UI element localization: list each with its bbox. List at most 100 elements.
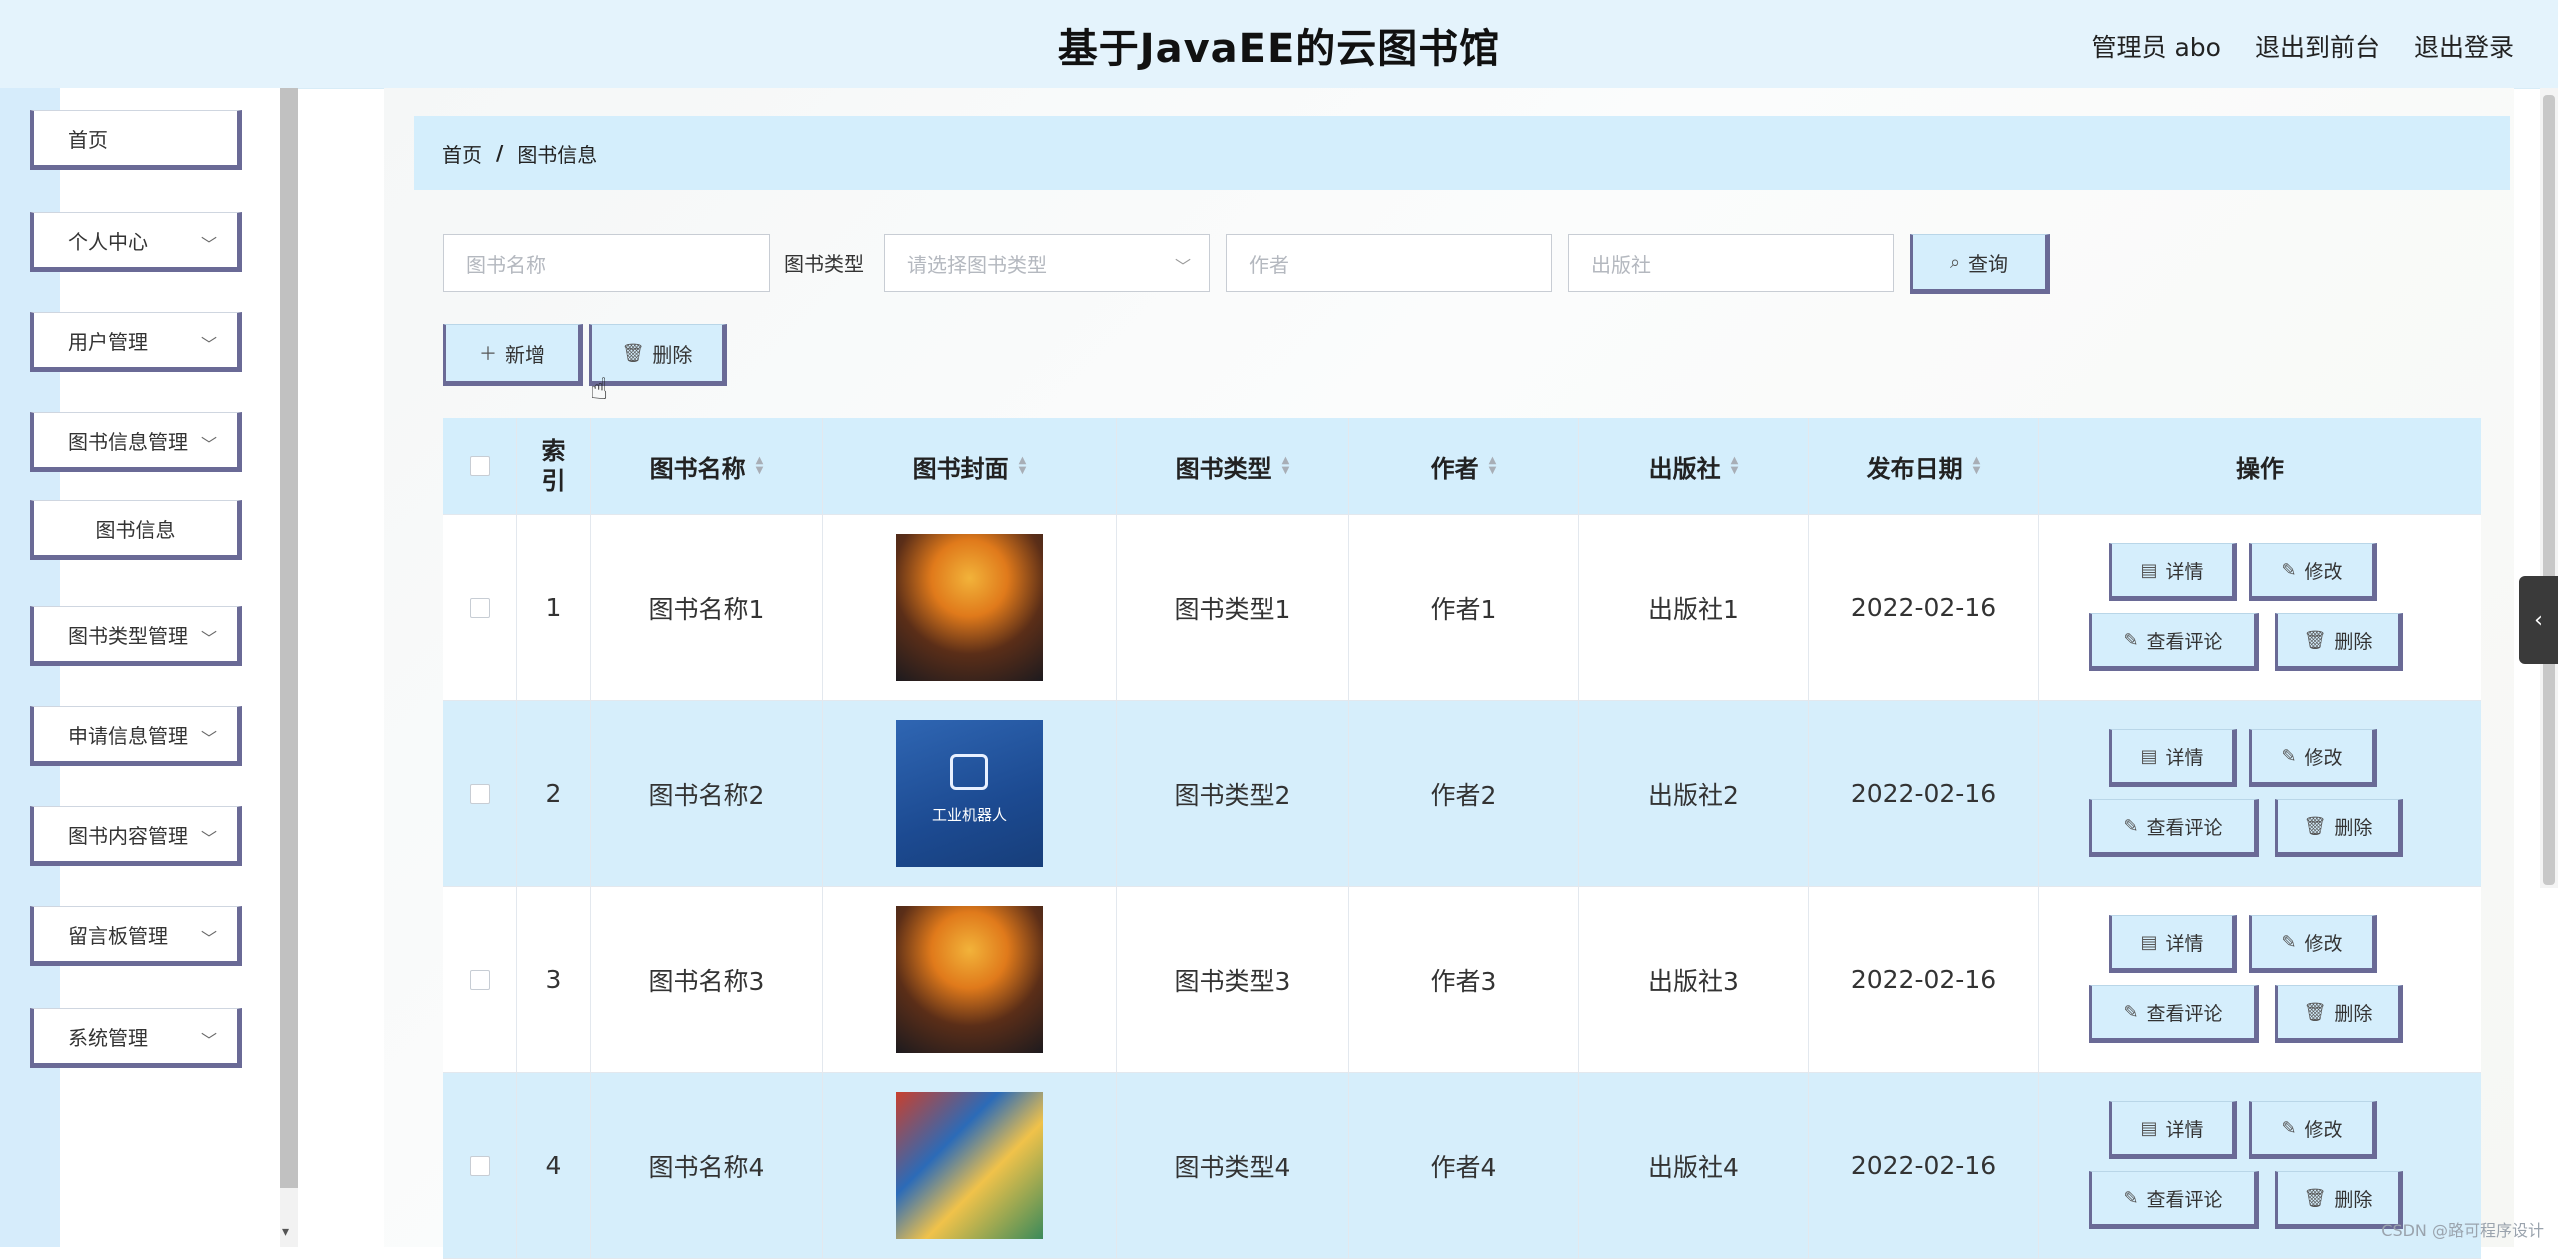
row-index: 2	[517, 701, 591, 886]
edit-button[interactable]: ✎ 修改	[2249, 729, 2377, 787]
sort-icon[interactable]: ▲ ▼	[1019, 456, 1027, 476]
detail-button[interactable]: ▤ 详情	[2109, 543, 2237, 601]
chevron-down-icon: ﹀	[200, 235, 217, 254]
publisher-placeholder: 出版社	[1591, 252, 1651, 277]
sidebar-item-book-type-mgmt[interactable]: 图书类型管理 ﹀	[30, 606, 242, 666]
select-all-checkbox[interactable]	[469, 456, 490, 476]
back-to-front-link[interactable]: 退出到前台	[2255, 28, 2380, 64]
detail-button[interactable]: ▤ 详情	[2109, 729, 2237, 787]
sidebar-item-system[interactable]: 系统管理 ﹀	[30, 1008, 242, 1068]
sidebar-item-application-mgmt[interactable]: 申请信息管理 ﹀	[30, 706, 242, 766]
header-book-type[interactable]: 图书类型 ▲ ▼	[1117, 418, 1349, 514]
logout-link[interactable]: 退出登录	[2414, 28, 2514, 64]
breadcrumb: 首页 / 图书信息	[414, 116, 2510, 190]
header-publisher-label: 出版社	[1648, 454, 1721, 483]
chevron-down-icon: ﹀	[200, 729, 217, 748]
row-publisher: 出版社1	[1579, 515, 1809, 700]
sidebar-item-book-info-mgmt[interactable]: 图书信息管理 ﹀	[30, 412, 242, 472]
cover-title: 工业机器人	[931, 806, 1007, 824]
publisher-input[interactable]: 出版社	[1568, 234, 1894, 292]
row-checkbox[interactable]	[469, 1155, 490, 1176]
row-book-type: 图书类型4	[1117, 1073, 1349, 1258]
sort-icon[interactable]: ▲ ▼	[1731, 456, 1739, 476]
sidebar-item-book-info[interactable]: 图书信息	[30, 500, 242, 560]
bulk-delete-button[interactable]: 🗑 删除	[589, 324, 727, 386]
user-label[interactable]: 管理员 abo	[2092, 28, 2221, 64]
view-comments-button[interactable]: ✎ 查看评论	[2089, 1171, 2259, 1229]
view-comments-button-label: 查看评论	[2146, 630, 2223, 653]
chevron-down-icon: ﹀	[200, 929, 217, 948]
scroll-down-icon[interactable]: ▾	[282, 1224, 289, 1240]
sidebar-item-content-mgmt[interactable]: 图书内容管理 ﹀	[30, 806, 242, 866]
book-type-select[interactable]: 请选择图书类型 ﹀	[884, 234, 1210, 292]
book-cover-image[interactable]	[896, 534, 1043, 681]
sidebar-item-home[interactable]: 首页	[30, 110, 242, 170]
row-book-name: 图书名称1	[591, 515, 823, 700]
trash-icon: 🗑	[621, 342, 645, 364]
header-index-line2: 引	[541, 467, 566, 495]
delete-button[interactable]: 🗑 删除	[2275, 985, 2403, 1043]
view-comments-button[interactable]: ✎ 查看评论	[2089, 799, 2259, 857]
chevron-down-icon: ﹀	[200, 829, 217, 848]
delete-button[interactable]: 🗑 删除	[2275, 799, 2403, 857]
sidebar-scrollbar[interactable]	[280, 88, 298, 1188]
header-cover[interactable]: 图书封面 ▲ ▼	[823, 418, 1117, 514]
view-comments-button[interactable]: ✎ 查看评论	[2089, 613, 2259, 671]
chevron-down-icon: ﹀	[200, 629, 217, 648]
sidebar-item-profile[interactable]: 个人中心 ﹀	[30, 212, 242, 272]
add-button[interactable]: ＋ 新增	[443, 324, 583, 386]
row-checkbox[interactable]	[469, 597, 490, 618]
header-index: 索 引	[517, 418, 591, 514]
book-type-label: 图书类型	[784, 252, 864, 276]
delete-button[interactable]: 🗑 删除	[2275, 613, 2403, 671]
header-author[interactable]: 作者 ▲ ▼	[1349, 418, 1579, 514]
book-cover-image[interactable]: 工业机器人	[896, 720, 1043, 867]
view-comments-button[interactable]: ✎ 查看评论	[2089, 985, 2259, 1043]
edit-button[interactable]: ✎ 修改	[2249, 915, 2377, 973]
row-book-type: 图书类型3	[1117, 887, 1349, 1072]
book-name-input[interactable]: 图书名称	[443, 234, 770, 292]
select-all-cell	[443, 418, 517, 514]
view-comments-button-label: 查看评论	[2146, 816, 2223, 839]
delete-button-label: 删除	[2334, 630, 2373, 653]
row-cover-cell: 工业机器人	[823, 701, 1117, 886]
sort-icon[interactable]: ▲ ▼	[1973, 456, 1981, 476]
row-index: 4	[517, 1073, 591, 1258]
header-publisher[interactable]: 出版社 ▲ ▼	[1579, 418, 1809, 514]
detail-button[interactable]: ▤ 详情	[2109, 1101, 2237, 1159]
row-cover-cell	[823, 887, 1117, 1072]
book-cover-image[interactable]	[896, 906, 1043, 1053]
edit-button[interactable]: ✎ 修改	[2249, 1101, 2377, 1159]
table-row: 2 图书名称2 工业机器人 图书类型2 作者2 出版社2 2022-02-16 …	[443, 701, 2481, 887]
table-row: 1 图书名称1 图书类型1 作者1 出版社1 2022-02-16 ▤ 详情 ✎ 修…	[443, 515, 2481, 701]
row-book-name: 图书名称4	[591, 1073, 823, 1258]
row-checkbox[interactable]	[469, 783, 490, 804]
main-scrollbar-thumb[interactable]	[2543, 95, 2555, 885]
chevron-down-icon: ﹀	[200, 435, 217, 454]
detail-button[interactable]: ▤ 详情	[2109, 915, 2237, 973]
view-comments-button-label: 查看评论	[2146, 1002, 2223, 1025]
sidebar-item-users[interactable]: 用户管理 ﹀	[30, 312, 242, 372]
pencil-icon: ✎	[2123, 629, 2139, 651]
sort-icon[interactable]: ▲ ▼	[1489, 456, 1497, 476]
book-cover-image[interactable]	[896, 1092, 1043, 1239]
sidebar-item-label: 申请信息管理	[68, 723, 188, 748]
header-date[interactable]: 发布日期 ▲ ▼	[1809, 418, 2039, 514]
header-book-name[interactable]: 图书名称 ▲ ▼	[591, 418, 823, 514]
row-ops: ▤ 详情 ✎ 修改 ✎ 查看评论 🗑 删除	[2039, 701, 2481, 886]
sort-icon[interactable]: ▲ ▼	[1282, 456, 1290, 476]
row-checkbox[interactable]	[469, 969, 490, 990]
sidebar-item-message-board[interactable]: 留言板管理 ﹀	[30, 906, 242, 966]
sort-icon[interactable]: ▲ ▼	[756, 456, 764, 476]
drawer-toggle-button[interactable]: ‹	[2519, 576, 2558, 664]
sidebar-item-label: 留言板管理	[68, 923, 168, 948]
detail-button-label: 详情	[2165, 1118, 2204, 1141]
author-input[interactable]: 作者	[1226, 234, 1552, 292]
search-button[interactable]: ⌕ 查询	[1910, 234, 2050, 294]
trash-icon: 🗑	[2303, 1001, 2327, 1023]
book-table: 索 引 图书名称 ▲ ▼ 图书封面 ▲ ▼ 图书类型 ▲ ▼ 作者 ▲ ▼ 出版社 ▲ ▼ 发布日期…	[443, 418, 2481, 1259]
delete-button-label: 删除	[2334, 1188, 2373, 1211]
row-ops: ▤ 详情 ✎ 修改 ✎ 查看评论 🗑 删除	[2039, 887, 2481, 1072]
breadcrumb-home[interactable]: 首页	[442, 139, 482, 168]
edit-button[interactable]: ✎ 修改	[2249, 543, 2377, 601]
